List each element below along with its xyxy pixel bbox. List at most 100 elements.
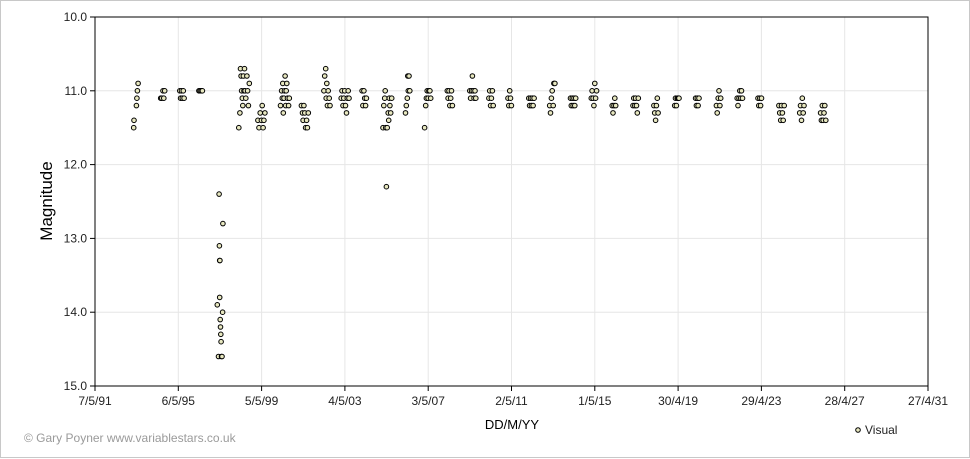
data-point bbox=[612, 95, 618, 101]
y-tick-label: 12.0 bbox=[64, 158, 88, 172]
data-point bbox=[469, 73, 476, 79]
data-point bbox=[325, 88, 332, 94]
data-point bbox=[385, 117, 392, 124]
data-point bbox=[653, 102, 660, 109]
data-point bbox=[780, 117, 787, 124]
data-point bbox=[655, 110, 661, 116]
data-point bbox=[259, 102, 266, 109]
data-point bbox=[473, 95, 479, 101]
data-point bbox=[218, 331, 224, 338]
data-point bbox=[758, 95, 765, 101]
data-point bbox=[216, 294, 223, 301]
data-point bbox=[387, 110, 394, 116]
data-point bbox=[506, 88, 513, 94]
data-point bbox=[738, 88, 745, 94]
data-point bbox=[214, 302, 221, 308]
data-point bbox=[716, 88, 722, 94]
data-point bbox=[388, 95, 395, 101]
data-point bbox=[531, 95, 537, 101]
data-point bbox=[472, 88, 478, 94]
data-point bbox=[387, 102, 393, 109]
data-point bbox=[781, 102, 788, 109]
x-tick-label: 27/4/31 bbox=[908, 394, 948, 408]
data-point bbox=[735, 102, 741, 109]
data-point bbox=[508, 102, 515, 109]
data-point bbox=[821, 110, 827, 116]
x-tick-label: 30/4/19 bbox=[658, 394, 698, 408]
data-point bbox=[240, 102, 246, 109]
legend-marker bbox=[855, 427, 861, 433]
data-point bbox=[654, 95, 661, 101]
data-point bbox=[260, 124, 266, 131]
x-tick-label: 3/5/07 bbox=[412, 394, 446, 408]
data-point bbox=[447, 95, 454, 101]
data-point bbox=[695, 102, 701, 109]
data-point bbox=[181, 95, 187, 101]
chart-frame: 10.0 11.0 12.0 13.0 14.0 15.0 7/5/91 6/5/95 5/5… bbox=[0, 0, 970, 458]
data-point bbox=[180, 88, 187, 94]
data-point bbox=[241, 65, 248, 72]
data-point bbox=[301, 102, 307, 109]
data-point bbox=[217, 324, 224, 330]
data-point bbox=[739, 95, 746, 101]
data-point bbox=[676, 95, 682, 101]
data-point bbox=[218, 338, 224, 345]
y-tick-label: 14.0 bbox=[64, 305, 88, 319]
data-point bbox=[161, 88, 168, 94]
data-point bbox=[402, 110, 409, 116]
data-point bbox=[652, 117, 659, 124]
data-point bbox=[530, 102, 536, 109]
data-point bbox=[612, 102, 619, 109]
data-point bbox=[382, 88, 389, 94]
y-axis: 10.0 11.0 12.0 13.0 14.0 15.0 bbox=[64, 10, 95, 393]
data-point bbox=[383, 183, 390, 190]
data-point bbox=[363, 95, 370, 101]
light-curve-chart: 10.0 11.0 12.0 13.0 14.0 15.0 7/5/91 6/5/95 5/5… bbox=[24, 10, 948, 445]
data-point bbox=[130, 124, 137, 131]
data-point bbox=[286, 95, 293, 101]
x-tick-label: 2/5/11 bbox=[495, 394, 528, 408]
data-point bbox=[217, 316, 223, 323]
data-point bbox=[282, 73, 288, 79]
data-point bbox=[610, 110, 616, 116]
data-point bbox=[589, 88, 595, 94]
data-point bbox=[134, 95, 140, 101]
data-point bbox=[798, 117, 805, 124]
data-point bbox=[407, 88, 413, 94]
x-tick-label: 4/5/03 bbox=[328, 394, 362, 408]
data-points bbox=[130, 65, 829, 360]
y-axis-title: Magnitude bbox=[37, 161, 56, 240]
data-point bbox=[321, 73, 328, 79]
data-point bbox=[342, 102, 349, 109]
data-point bbox=[284, 80, 290, 87]
data-point bbox=[427, 95, 434, 101]
data-point bbox=[245, 102, 252, 109]
data-point bbox=[327, 102, 333, 109]
data-point bbox=[572, 102, 578, 109]
data-point bbox=[552, 80, 558, 87]
data-point bbox=[246, 80, 253, 87]
data-point bbox=[592, 80, 598, 87]
data-point bbox=[801, 102, 807, 109]
data-point bbox=[717, 102, 723, 109]
data-point bbox=[199, 88, 206, 94]
data-point bbox=[322, 65, 329, 72]
data-point bbox=[633, 102, 640, 109]
data-point bbox=[384, 124, 391, 131]
data-point bbox=[244, 73, 250, 79]
data-point bbox=[345, 88, 352, 94]
x-axis-title: DD/M/YY bbox=[485, 417, 540, 432]
data-point bbox=[822, 102, 828, 109]
data-point bbox=[714, 110, 721, 116]
data-point bbox=[422, 102, 429, 109]
data-point bbox=[305, 110, 312, 116]
data-point bbox=[303, 117, 310, 124]
data-point bbox=[427, 88, 433, 94]
data-point bbox=[548, 95, 555, 101]
data-point bbox=[757, 102, 764, 109]
data-point bbox=[404, 95, 411, 101]
data-point bbox=[261, 117, 267, 124]
data-point bbox=[220, 220, 226, 227]
data-point bbox=[134, 88, 141, 94]
data-point bbox=[823, 117, 829, 124]
